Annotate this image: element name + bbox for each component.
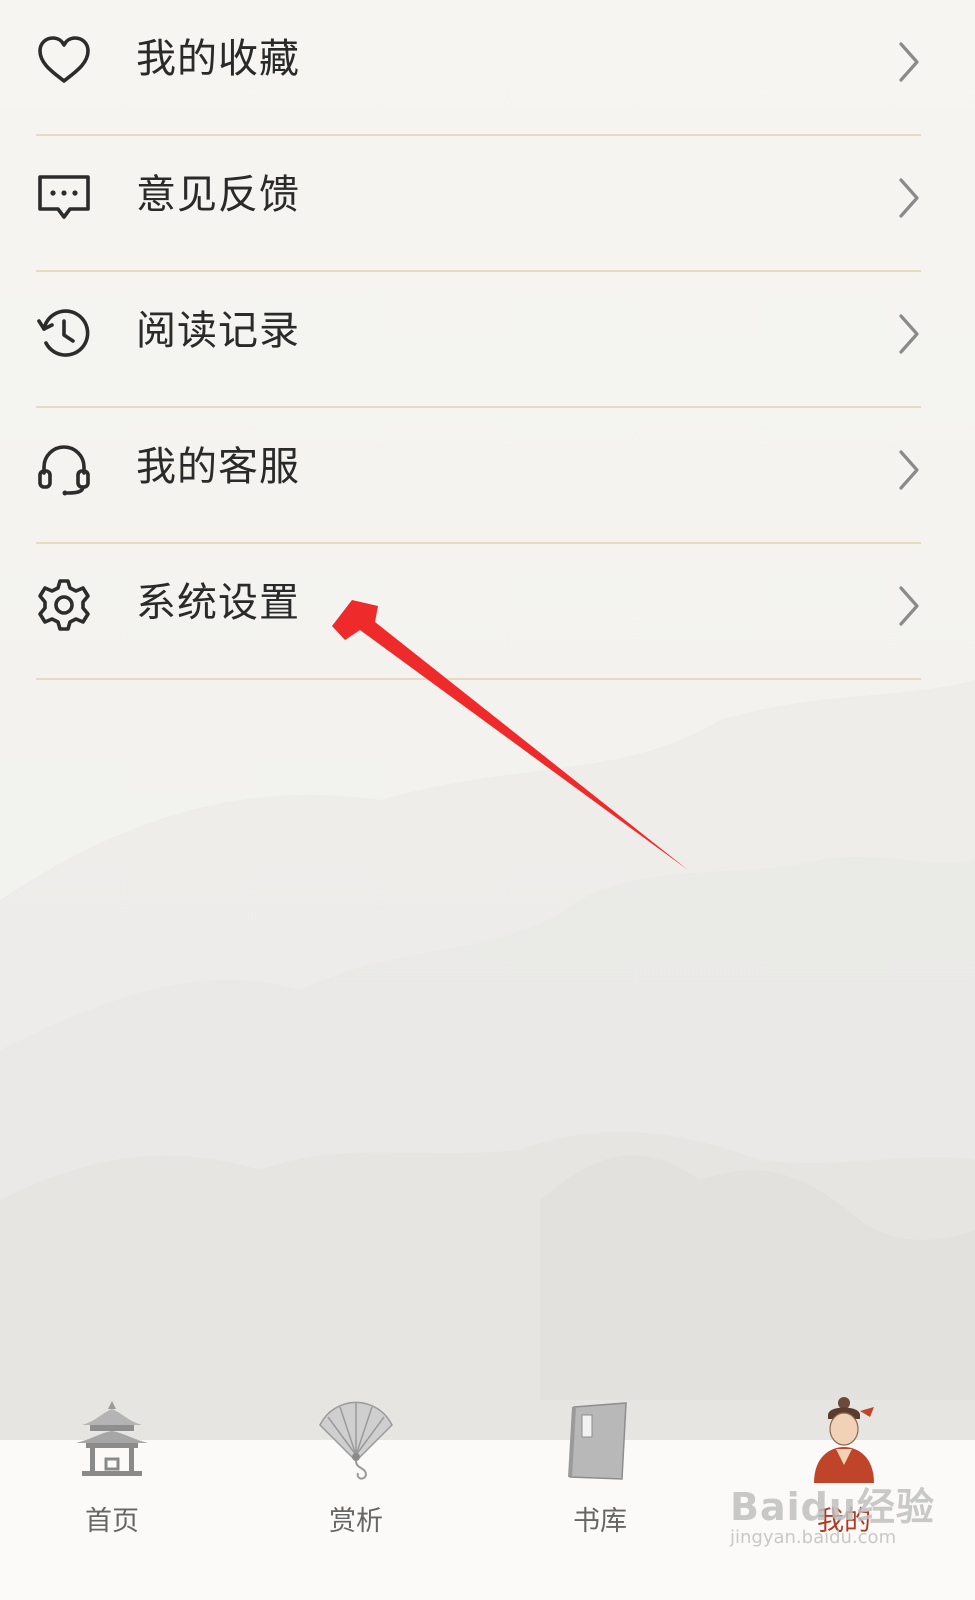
tab-library[interactable]: 书库 [530, 1395, 670, 1585]
chevron-right-icon [893, 176, 923, 220]
menu-item-system-settings[interactable]: 系统设置 [0, 544, 975, 680]
tab-home[interactable]: 首页 [42, 1395, 182, 1585]
menu-item-reading-history[interactable]: 阅读记录 [0, 272, 975, 408]
tab-label: 我的 [817, 1506, 871, 1537]
gear-icon [36, 577, 92, 633]
menu-item-label: 系统设置 [136, 580, 300, 626]
tab-mine[interactable]: 我的 [774, 1395, 914, 1585]
pavilion-icon [72, 1395, 152, 1485]
chevron-right-icon [893, 312, 923, 356]
tab-appreciation[interactable]: 赏析 [286, 1395, 426, 1585]
menu-item-label: 我的收藏 [136, 36, 300, 82]
feedback-message-icon [36, 169, 92, 225]
book-icon [560, 1395, 640, 1485]
history-icon [36, 305, 92, 361]
folding-fan-icon [316, 1395, 396, 1485]
tab-label: 书库 [573, 1506, 627, 1537]
menu-item-customer-service[interactable]: 我的客服 [0, 408, 975, 544]
scholar-avatar-icon [804, 1395, 884, 1485]
menu-item-label: 阅读记录 [136, 308, 300, 354]
bottom-tab-bar: 首页 赏析 书库 我的 [0, 1397, 975, 1600]
chevron-right-icon [893, 584, 923, 628]
tab-label: 赏析 [329, 1506, 383, 1537]
menu-item-feedback[interactable]: 意见反馈 [0, 136, 975, 272]
menu-item-label: 意见反馈 [136, 172, 300, 218]
chevron-right-icon [893, 40, 923, 84]
menu-list: 我的收藏 意见反馈 阅读记录 我的客服 系统设置 [0, 0, 975, 680]
menu-item-label: 我的客服 [136, 444, 300, 490]
heart-icon [36, 33, 92, 89]
chevron-right-icon [893, 448, 923, 492]
headset-icon [36, 441, 92, 497]
tab-label: 首页 [85, 1506, 139, 1537]
menu-item-favorites[interactable]: 我的收藏 [0, 0, 975, 136]
